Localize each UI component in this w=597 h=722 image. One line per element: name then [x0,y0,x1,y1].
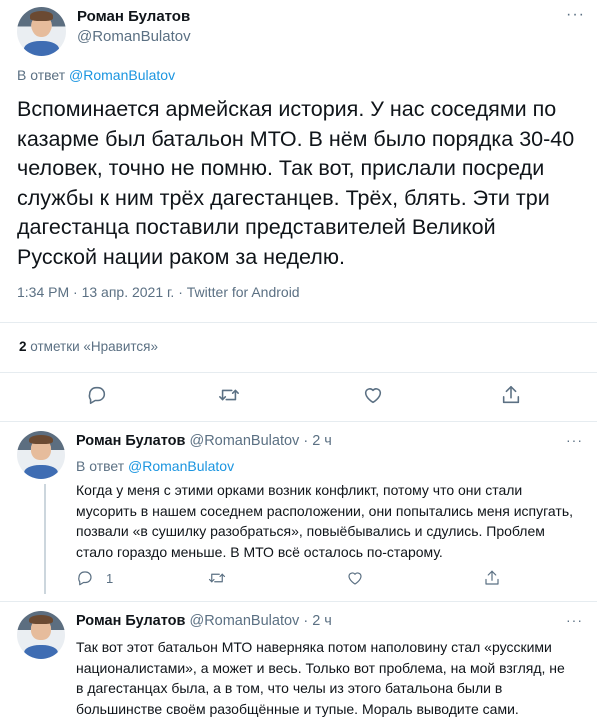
tweet-date[interactable]: 13 апр. 2021 г. [82,284,175,300]
author-handle[interactable]: @RomanBulatov [189,613,299,629]
author-name[interactable]: Роман Булатов [76,613,185,629]
reply-icon[interactable] [76,569,94,587]
meta-separator: · [73,284,78,300]
reply-prefix: В ответ [76,458,125,474]
tweet-text: Так вот этот батальон МТО наверняка пото… [76,639,565,717]
more-options-icon[interactable]: ··· [566,612,583,628]
tweet-text: Когда у меня с этими орками возник конфл… [76,482,573,560]
divider [0,421,597,422]
divider [0,601,597,602]
reply-header: Роман Булатов @RomanBulatov · 2 ч [76,433,332,449]
avatar[interactable] [17,431,65,479]
share-icon[interactable] [483,569,501,587]
like-icon[interactable] [346,569,364,587]
more-options-icon[interactable]: ··· [566,432,583,448]
author-name[interactable]: Роман Булатов [76,433,185,449]
meta-separator: · [178,284,183,300]
retweet-icon[interactable] [208,569,226,587]
tweet-time[interactable]: 1:34 PM [17,284,69,300]
avatar[interactable] [17,611,65,659]
likes-count: 2 [19,339,27,354]
reply-context: В ответ @RomanBulatov [17,67,175,83]
reply-header: Роман Булатов @RomanBulatov · 2 ч [76,613,332,629]
tweet-meta: 1:34 PM · 13 апр. 2021 г. · Twitter for … [17,284,300,300]
reply-icon[interactable] [86,384,108,406]
divider [0,322,597,323]
tweet-age[interactable]: 2 ч [312,433,332,449]
meta-separator: · [303,613,309,629]
divider [0,372,597,373]
share-icon[interactable] [500,384,522,406]
reply-count: 1 [106,571,114,586]
reply-context: В ответ @RomanBulatov [76,458,234,474]
reply-prefix: В ответ [17,67,66,83]
tweet-age[interactable]: 2 ч [312,613,332,629]
thread-line [44,484,46,594]
like-icon[interactable] [362,384,384,406]
likes-label: отметки «Нравится» [30,339,158,354]
reply-to-link[interactable]: @RomanBulatov [69,67,175,83]
reply-to-link[interactable]: @RomanBulatov [128,458,234,474]
likes-summary[interactable]: 2 отметки «Нравится» [19,339,158,354]
avatar[interactable] [17,7,66,56]
author-name[interactable]: Роман Булатов [77,8,190,25]
meta-separator: · [303,433,309,449]
tweet-text: Вспоминается армейская история. У нас со… [17,97,575,269]
author-handle[interactable]: @RomanBulatov [189,433,299,449]
author-handle[interactable]: @RomanBulatov [77,28,191,45]
retweet-icon[interactable] [218,384,240,406]
more-options-icon[interactable]: ··· [566,6,585,24]
tweet-source[interactable]: Twitter for Android [187,284,300,300]
